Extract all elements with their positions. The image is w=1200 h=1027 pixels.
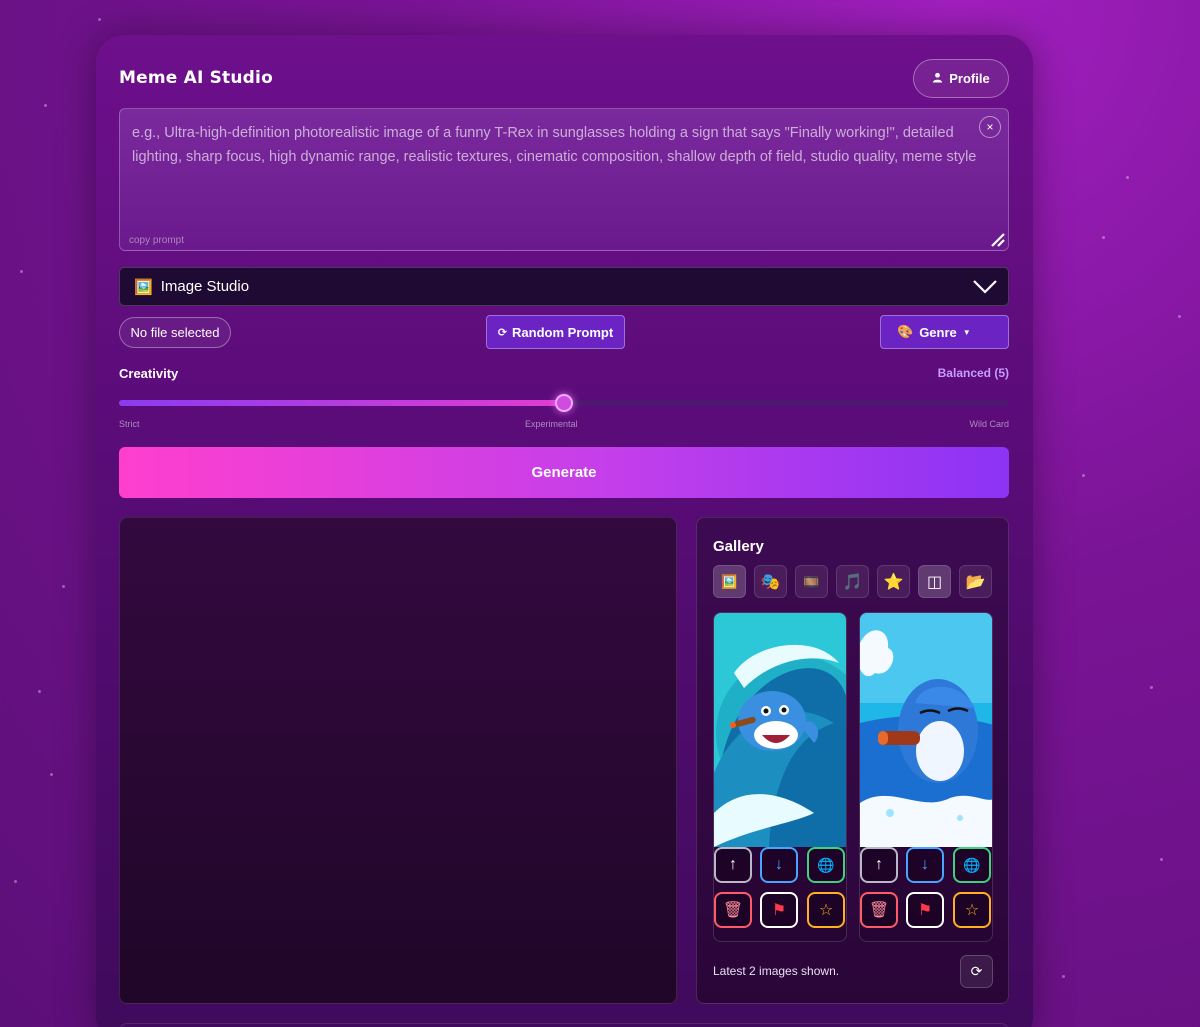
dolphin-cigar-image[interactable] — [860, 613, 993, 847]
profile-button[interactable]: Profile — [913, 59, 1009, 98]
publish-button[interactable]: 🌐 — [953, 847, 991, 883]
generate-button[interactable]: Generate — [119, 447, 1009, 498]
filter-folders-button[interactable]: 📂 — [959, 565, 992, 598]
globe-icon: 🌐 — [817, 856, 835, 873]
favorite-button[interactable]: ☆ — [807, 892, 845, 928]
tick-strict: Strict — [119, 419, 140, 429]
prompt-placeholder: e.g., Ultra-high-definition photorealist… — [132, 125, 977, 165]
globe-icon: 🌐 — [963, 856, 981, 873]
film-icon: 🎞️ — [803, 573, 820, 589]
flag-icon: ⚑ — [917, 902, 933, 919]
gallery-item[interactable]: ↑ ↓ 🌐 🗑 ⚑ ☆ — [713, 612, 847, 942]
main-card: Meme AI Studio Profile e.g., Ultra-high-… — [96, 35, 1033, 1027]
star-outline-icon: ☆ — [964, 902, 980, 919]
app-title: Meme AI Studio — [119, 68, 273, 88]
image-icon: 🖼️ — [134, 278, 153, 296]
random-prompt-label: Random Prompt — [512, 324, 614, 340]
file-input[interactable]: No file selected — [119, 317, 231, 348]
copy-prompt-link[interactable]: copy prompt — [129, 235, 184, 246]
creativity-label: Creativity — [119, 366, 179, 381]
flag-icon: ⚑ — [771, 902, 787, 919]
bottom-panel — [119, 1023, 1009, 1027]
arrow-down-icon: ↓ — [921, 856, 929, 873]
filter-videos-button[interactable]: 🎞️ — [795, 565, 828, 598]
random-prompt-button[interactable]: ⟳ Random Prompt — [486, 315, 625, 349]
trash-icon: 🗑 — [722, 902, 744, 919]
upscale-button[interactable]: ↑ — [714, 847, 752, 883]
filter-layout-button[interactable]: ◫ — [918, 565, 951, 598]
download-button[interactable]: ↓ — [906, 847, 944, 883]
image-icon: 🖼️ — [721, 573, 738, 589]
chevron-down-icon — [973, 280, 997, 294]
refresh-icon: ⟳ — [970, 963, 983, 979]
favorite-button[interactable]: ☆ — [953, 892, 991, 928]
preview-panel — [119, 517, 677, 1004]
star-icon: ⭐ — [883, 573, 904, 591]
gallery-item[interactable]: ↑ ↓ 🌐 🗑 ⚑ ☆ — [859, 612, 993, 942]
arrow-up-icon: ↑ — [875, 856, 883, 873]
profile-label: Profile — [949, 71, 990, 86]
creativity-slider[interactable] — [119, 394, 1009, 412]
report-button[interactable]: ⚑ — [906, 892, 944, 928]
columns-icon: ◫ — [926, 573, 943, 591]
music-icon: 🎵 — [842, 573, 863, 591]
gallery-title: Gallery — [713, 538, 764, 555]
download-button[interactable]: ↓ — [760, 847, 798, 883]
gallery-panel: Gallery 🖼️ 🎭 🎞️ 🎵 ⭐ ◫ 📂 ↑ ↓ 🌐 🗑 ⚑ ☆ ↑ ↓ … — [696, 517, 1009, 1004]
publish-button[interactable]: 🌐 — [807, 847, 845, 883]
tick-experimental: Experimental — [525, 419, 578, 429]
mode-select-value: Image Studio — [160, 278, 250, 295]
report-button[interactable]: ⚑ — [760, 892, 798, 928]
folder-icon: 📂 — [965, 573, 986, 591]
trash-icon: 🗑 — [868, 902, 890, 919]
star-outline-icon: ☆ — [818, 902, 834, 919]
arrow-down-icon: ↓ — [775, 856, 783, 873]
delete-button[interactable]: 🗑 — [860, 892, 898, 928]
masks-icon: 🎭 — [760, 573, 781, 591]
mode-select[interactable]: 🖼️ Image Studio — [119, 267, 1009, 306]
refresh-icon: ⟳ — [497, 326, 508, 339]
whale-surfing-image[interactable] — [714, 613, 847, 847]
tick-wild-card: Wild Card — [969, 419, 1009, 429]
upscale-button[interactable]: ↑ — [860, 847, 898, 883]
gallery-footer-text: Latest 2 images shown. — [713, 964, 840, 978]
close-icon: × — [986, 120, 994, 134]
filter-memes-button[interactable]: 🎭 — [754, 565, 787, 598]
gallery-refresh-button[interactable]: ⟳ — [960, 955, 993, 988]
resize-handle-icon[interactable] — [988, 230, 1006, 248]
clear-prompt-button[interactable]: × — [979, 116, 1001, 138]
prompt-textarea[interactable]: e.g., Ultra-high-definition photorealist… — [119, 108, 1009, 251]
creativity-value: Balanced (5) — [937, 366, 1009, 380]
genre-button[interactable]: 🎨 Genre ▼ — [880, 315, 1009, 349]
slider-fill — [119, 400, 564, 406]
arrow-up-icon: ↑ — [729, 856, 737, 873]
user-icon — [932, 72, 943, 86]
filter-favorites-button[interactable]: ⭐ — [877, 565, 910, 598]
filter-images-button[interactable]: 🖼️ — [713, 565, 746, 598]
palette-icon: 🎨 — [897, 324, 914, 339]
caret-down-icon: ▼ — [962, 327, 971, 337]
slider-thumb[interactable] — [555, 394, 573, 412]
delete-button[interactable]: 🗑 — [714, 892, 752, 928]
filter-music-button[interactable]: 🎵 — [836, 565, 869, 598]
genre-label: Genre — [919, 324, 957, 340]
